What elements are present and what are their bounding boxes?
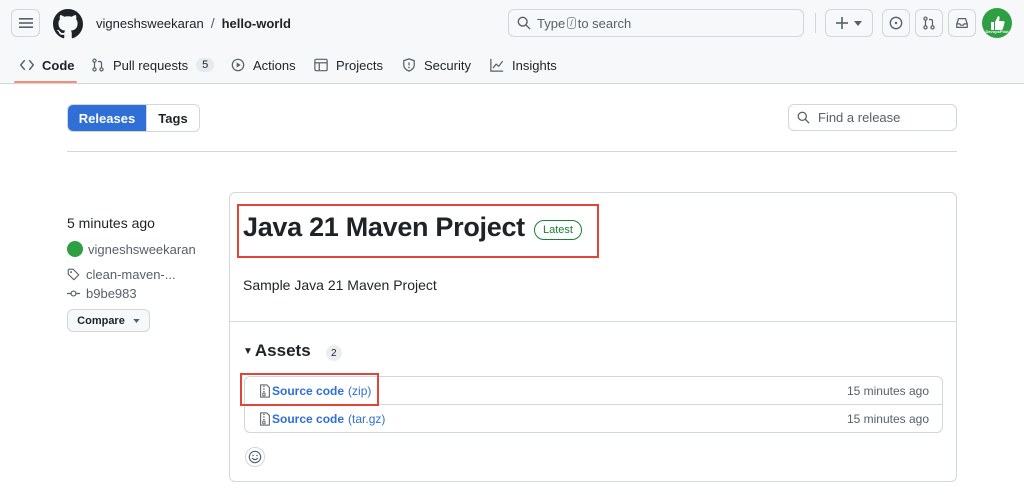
- thumbs-up-icon: [991, 16, 1005, 30]
- pull-requests-counter: 5: [196, 58, 215, 72]
- add-reaction-button[interactable]: [245, 447, 265, 467]
- card-divider: [230, 321, 956, 322]
- caret-down-icon: ▼: [243, 345, 253, 357]
- create-new-button[interactable]: [825, 9, 873, 37]
- smiley-icon: [248, 450, 262, 464]
- release-tag[interactable]: clean-maven-...: [67, 267, 176, 282]
- assets-heading: Assets: [254, 341, 311, 360]
- assets-count-badge: 2: [326, 345, 342, 361]
- avatar-text: DevopsPilot: [985, 29, 1009, 34]
- tags-tab[interactable]: Tags: [146, 105, 199, 131]
- search-prefix: Type: [537, 15, 566, 31]
- repo-owner-link[interactable]: vigneshsweekaran: [96, 16, 204, 31]
- pull-requests-button[interactable]: [915, 9, 943, 37]
- asset-name: Source code: [272, 412, 345, 426]
- graph-icon: [490, 58, 504, 72]
- tab-actions[interactable]: Actions: [231, 47, 296, 83]
- tab-label: Security: [424, 57, 471, 73]
- release-author[interactable]: vigneshsweekaran: [67, 241, 196, 257]
- menu-button[interactable]: [11, 9, 40, 37]
- find-release-placeholder: Find a release: [818, 110, 901, 125]
- breadcrumb-separator: /: [210, 15, 215, 31]
- inbox-icon: [956, 18, 968, 28]
- repo-nav-tabs: Code Pull requests 5 Actions Projects Se…: [0, 47, 1024, 84]
- top-bar: vigneshsweekaran / hello-world Type / to…: [0, 0, 1024, 46]
- issues-button[interactable]: [882, 9, 910, 37]
- title-highlight-box: [237, 204, 599, 258]
- play-icon: [231, 58, 245, 72]
- repo-name-link[interactable]: hello-world: [222, 16, 291, 31]
- find-release-input[interactable]: Find a release: [788, 104, 957, 131]
- tab-label: Actions: [253, 57, 296, 73]
- commit-sha[interactable]: b9be983: [86, 286, 137, 301]
- shield-icon: [403, 58, 415, 72]
- global-header: vigneshsweekaran / hello-world Type / to…: [0, 0, 1024, 84]
- tag-icon: [67, 268, 80, 281]
- breadcrumb: vigneshsweekaran / hello-world: [96, 15, 291, 31]
- assets-toggle[interactable]: ▼ Assets: [243, 341, 311, 361]
- search-shortcut-key: /: [567, 17, 576, 29]
- tab-security[interactable]: Security: [402, 47, 471, 83]
- triangle-down-icon: [133, 318, 140, 323]
- triangle-down-icon: [854, 20, 862, 26]
- issue-opened-icon: [889, 16, 903, 30]
- asset-highlight-box: [240, 373, 379, 406]
- inbox-button[interactable]: [948, 9, 976, 37]
- search-suffix: to search: [577, 15, 632, 31]
- releases-tab[interactable]: Releases: [68, 105, 146, 131]
- author-avatar: [67, 241, 83, 257]
- release-commit[interactable]: b9be983: [67, 286, 137, 301]
- hamburger-icon: [18, 18, 33, 28]
- releases-tags-toggle: Releases Tags: [67, 104, 200, 132]
- search-icon: [517, 16, 531, 30]
- tab-label: Projects: [336, 57, 383, 73]
- search-input[interactable]: Type / to search: [508, 9, 804, 37]
- plus-icon: [836, 17, 848, 29]
- release-time: 5 minutes ago: [67, 215, 155, 231]
- git-commit-icon: [67, 290, 80, 297]
- asset-link-tar-gz[interactable]: Source code (tar.gz): [259, 412, 385, 426]
- author-name[interactable]: vigneshsweekaran: [88, 242, 196, 257]
- asset-extension: (tar.gz): [348, 412, 386, 426]
- asset-time: 15 minutes ago: [846, 383, 929, 398]
- user-avatar[interactable]: DevopsPilot: [982, 8, 1012, 38]
- file-zip-icon: [260, 412, 270, 426]
- git-pull-request-icon: [92, 58, 104, 72]
- tab-insights[interactable]: Insights: [490, 47, 557, 83]
- tag-name[interactable]: clean-maven-...: [86, 267, 176, 282]
- active-tab-indicator: [14, 81, 77, 83]
- header-divider: [815, 13, 816, 33]
- release-card: Java 21 Maven Project Latest Sample Java…: [229, 192, 957, 482]
- tab-projects[interactable]: Projects: [314, 47, 383, 83]
- table-icon: [314, 58, 328, 72]
- asset-row: Source code (tar.gz) 15 minutes ago: [245, 405, 942, 433]
- git-pull-request-icon: [923, 16, 935, 30]
- code-icon: [20, 59, 34, 71]
- github-logo-icon[interactable]: [53, 9, 83, 39]
- section-divider: [67, 151, 957, 152]
- tab-label: Code: [42, 57, 75, 73]
- tab-label: Insights: [512, 57, 557, 73]
- tab-label: Pull requests: [113, 57, 189, 73]
- asset-time: 15 minutes ago: [846, 412, 929, 426]
- search-icon: [797, 111, 810, 124]
- tab-pull-requests[interactable]: Pull requests 5: [91, 47, 215, 83]
- compare-button[interactable]: Compare: [67, 309, 150, 332]
- tab-code[interactable]: Code: [20, 47, 75, 83]
- release-description: Sample Java 21 Maven Project: [243, 277, 437, 293]
- compare-label: Compare: [77, 314, 125, 327]
